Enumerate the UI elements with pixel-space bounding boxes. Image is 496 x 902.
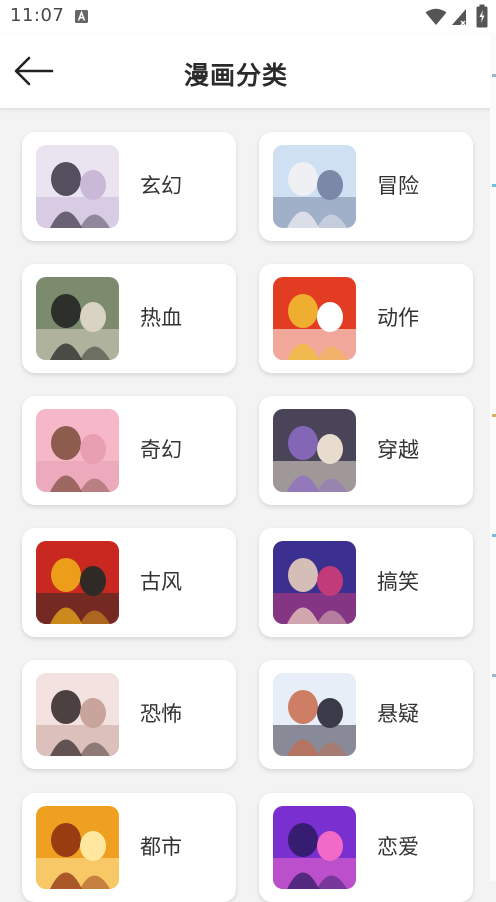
status-time: 11:07 [10, 5, 65, 26]
category-label: 搞笑 [377, 570, 419, 594]
category-label: 恋爱 [377, 835, 419, 859]
category-label: 古风 [140, 570, 182, 594]
category-thumbnail [36, 277, 119, 360]
category-thumbnail [36, 145, 119, 228]
category-card-rexue[interactable]: 热血 [22, 264, 236, 373]
cover-image [36, 409, 119, 492]
cell-signal-icon [452, 9, 466, 26]
category-card-kongbu[interactable]: 恐怖 [22, 660, 236, 769]
category-label: 奇幻 [140, 438, 182, 462]
cover-image [273, 806, 356, 889]
category-label: 冒险 [377, 174, 419, 198]
category-label: 恐怖 [140, 702, 182, 726]
category-card-gaoxiao[interactable]: 搞笑 [259, 528, 473, 637]
status-bar: 11:07 [0, 0, 496, 34]
cover-image [36, 145, 119, 228]
category-thumbnail [36, 409, 119, 492]
accessibility-a-icon [75, 10, 88, 23]
category-card-lianai[interactable]: 恋爱 [259, 793, 473, 902]
category-thumbnail [273, 277, 356, 360]
category-thumbnail [36, 541, 119, 624]
category-card-dushi[interactable]: 都市 [22, 793, 236, 902]
cover-image [36, 541, 119, 624]
category-thumbnail [273, 145, 356, 228]
cover-image [273, 541, 356, 624]
category-card-xuanyi[interactable]: 悬疑 [259, 660, 473, 769]
cover-image [36, 277, 119, 360]
app-bar: 漫画分类 [0, 34, 496, 109]
wifi-icon [425, 8, 447, 25]
category-label: 热血 [140, 306, 182, 330]
category-card-chuanyue[interactable]: 穿越 [259, 396, 473, 505]
category-thumbnail [273, 409, 356, 492]
cover-image [273, 409, 356, 492]
category-thumbnail [273, 673, 356, 756]
category-card-maoxian[interactable]: 冒险 [259, 132, 473, 241]
scroll-edge [490, 34, 496, 881]
category-label: 穿越 [377, 438, 419, 462]
cover-image [273, 673, 356, 756]
category-label: 玄幻 [140, 174, 182, 198]
category-grid: 玄幻 冒险 热血 动作 奇幻 穿越 古风 搞笑 恐怖 悬疑 都市 恋爱 [0, 108, 490, 902]
cover-image [273, 277, 356, 360]
category-card-dongzuo[interactable]: 动作 [259, 264, 473, 373]
cover-image [36, 806, 119, 889]
cover-image [273, 145, 356, 228]
category-thumbnail [36, 806, 119, 889]
page-title: 漫画分类 [183, 61, 288, 90]
category-card-gufeng[interactable]: 古风 [22, 528, 236, 637]
category-card-qihuan[interactable]: 奇幻 [22, 396, 236, 505]
category-thumbnail [36, 673, 119, 756]
category-label: 都市 [140, 835, 182, 859]
category-card-xuanhuan[interactable]: 玄幻 [22, 132, 236, 241]
category-thumbnail [273, 806, 356, 889]
battery-charging-icon [476, 4, 488, 28]
category-label: 动作 [377, 306, 419, 330]
category-label: 悬疑 [377, 702, 419, 726]
cover-image [36, 673, 119, 756]
category-thumbnail [273, 541, 356, 624]
